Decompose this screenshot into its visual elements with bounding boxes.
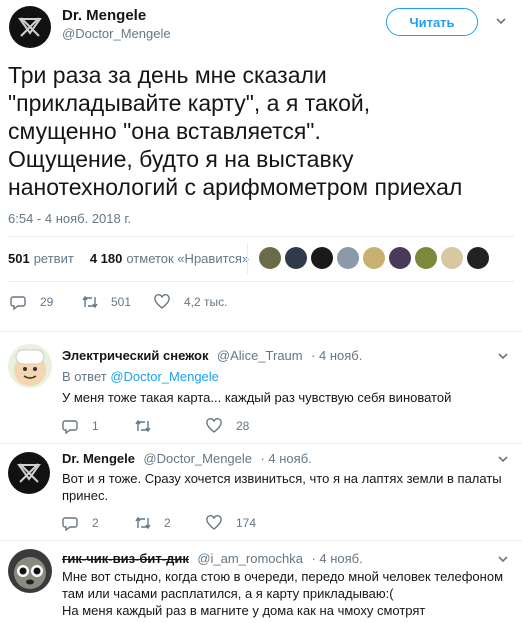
reply-date[interactable]: · 4 нояб. (311, 551, 362, 566)
liker-avatar[interactable] (363, 247, 385, 269)
reply-count: 2 (92, 516, 99, 530)
reply-to-prefix: В ответ (62, 369, 111, 384)
like-count: 174 (236, 515, 257, 530)
tweet-timestamp[interactable]: 6:54 - 4 нояб. 2018 г. (8, 211, 131, 226)
reply-header: Электрический снежок @Alice_Traum · 4 но… (62, 347, 362, 365)
like-action[interactable]: 4,2 тыс. (154, 294, 227, 309)
reply-avatar[interactable] (8, 452, 50, 494)
reply-to-link[interactable]: @Doctor_Mengele (110, 369, 219, 384)
liker-avatar[interactable] (389, 247, 411, 269)
reply-author-handle[interactable]: @Doctor_Mengele (143, 451, 252, 466)
reply-avatar[interactable] (8, 549, 52, 593)
retweet-action[interactable]: 501 (81, 294, 131, 310)
author-name[interactable]: Dr. Mengele (62, 7, 146, 24)
reply-author-name[interactable]: Dr. Mengele (62, 451, 135, 466)
divider (8, 281, 514, 282)
liker-avatar[interactable] (337, 247, 359, 269)
reply-text: У меня тоже такая карта... каждый раз чу… (62, 390, 452, 405)
liker-avatar[interactable] (259, 247, 281, 269)
reply-avatar[interactable] (8, 344, 52, 388)
chevron-down-icon[interactable] (498, 351, 508, 361)
liker-avatar[interactable] (441, 247, 463, 269)
chevron-down-icon[interactable] (496, 16, 506, 26)
reply-to-line: В ответ @Doctor_Mengele (62, 369, 219, 384)
likes-count[interactable]: 4 180 (90, 251, 123, 266)
retweet-icon (81, 294, 99, 310)
heart-icon (206, 515, 222, 530)
retweet-icon (134, 418, 152, 434)
tweet-text: Три раза за день мне сказали "прикладыва… (8, 62, 463, 200)
heart-icon (154, 294, 170, 309)
retweet-count: 501 (111, 295, 132, 309)
reply-date[interactable]: · 4 нояб. (311, 348, 362, 363)
reply-action[interactable]: 29 (10, 294, 53, 310)
liker-avatar[interactable] (467, 247, 489, 269)
divider (8, 236, 514, 237)
retweet-action[interactable]: 2 (134, 515, 171, 531)
like-action[interactable]: 174 (206, 515, 256, 530)
like-action[interactable]: 28 (206, 418, 249, 433)
retweet-count: 2 (164, 516, 171, 530)
retweets-count[interactable]: 501 (8, 251, 30, 266)
like-count: 28 (236, 418, 250, 433)
chevron-down-icon[interactable] (498, 554, 508, 564)
author-avatar[interactable] (9, 6, 51, 48)
liker-avatar[interactable] (311, 247, 333, 269)
heart-icon (206, 418, 222, 433)
reply-author-name[interactable]: гик-чик-виз-бит-дик (62, 551, 189, 566)
author-handle[interactable]: @Doctor_Mengele (62, 26, 171, 41)
reply-date[interactable]: · 4 нояб. (260, 451, 311, 466)
divider (0, 331, 522, 332)
liker-avatar[interactable] (415, 247, 437, 269)
reply-header: гик-чик-виз-бит-дик @i_am_romochka · 4 н… (62, 550, 363, 568)
retweet-icon (134, 515, 152, 531)
like-count: 4,2 тыс. (184, 294, 228, 309)
reply-count: 29 (40, 295, 54, 309)
reply-icon (62, 418, 78, 434)
reply-icon (62, 515, 78, 531)
tweet-stats: 501 ретвит 4 180 отметок «Нравится» (8, 251, 249, 266)
reply-action[interactable]: 2 (62, 515, 99, 531)
reply-author-handle[interactable]: @i_am_romochka (197, 551, 303, 566)
stats-separator (247, 244, 248, 274)
reply-author-handle[interactable]: @Alice_Traum (217, 348, 303, 363)
reply-author-name[interactable]: Электрический снежок (62, 348, 208, 363)
follow-button[interactable]: Читать (386, 8, 478, 36)
reply-text: Вот и я тоже. Сразу хочется извиниться, … (62, 471, 502, 503)
reply-header: Dr. Mengele @Doctor_Mengele · 4 нояб. (62, 450, 312, 468)
divider (0, 540, 522, 541)
reply-count: 1 (92, 419, 99, 433)
retweets-label[interactable]: ретвит (34, 251, 74, 266)
chevron-down-icon[interactable] (498, 454, 508, 464)
retweet-action[interactable] (134, 418, 160, 434)
liker-avatar[interactable] (285, 247, 307, 269)
divider (0, 443, 522, 444)
reply-action[interactable]: 1 (62, 418, 99, 434)
reply-text: Мне вот стыдно, когда стою в очереди, пе… (62, 569, 504, 618)
likes-label[interactable]: отметок «Нравится» (126, 251, 249, 266)
reply-icon (10, 294, 26, 310)
